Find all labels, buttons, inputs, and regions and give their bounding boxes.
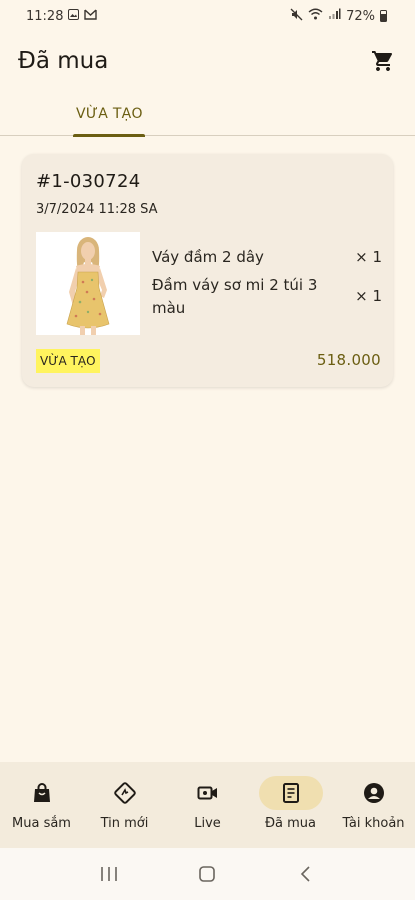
home-button[interactable] <box>187 854 227 894</box>
nav-label: Đã mua <box>264 816 317 831</box>
signal-icon <box>328 8 341 24</box>
shopping-bag-icon <box>33 783 50 802</box>
order-tabs: VỪA TẠO <box>0 92 415 137</box>
nav-tai-khoan[interactable]: Tài khoản <box>332 762 415 848</box>
status-badge: VỪA TẠO <box>36 349 100 373</box>
battery-text: 72% <box>346 8 375 24</box>
nav-label: Tin mới <box>100 816 149 831</box>
page-title: Đã mua <box>18 48 109 74</box>
tab-vua-tao[interactable]: VỪA TẠO <box>70 92 149 136</box>
item-name: Đầm váy sơ mi 2 túi 3 màu <box>152 276 318 317</box>
order-date: 3/7/2024 11:28 SA <box>36 202 158 217</box>
order-id: #1-030724 <box>36 171 141 192</box>
nav-mua-sam[interactable]: Mua sắm <box>0 762 83 848</box>
status-left: 11:28 <box>26 8 98 24</box>
order-item: Váy đầm 2 dây × 1 <box>152 246 382 269</box>
item-qty: × 1 <box>355 287 382 305</box>
video-icon <box>197 786 217 800</box>
back-button[interactable] <box>286 854 326 894</box>
item-qty: × 1 <box>355 248 382 266</box>
item-name: Váy đầm 2 dây <box>152 248 264 266</box>
nav-icon-container <box>10 776 74 810</box>
news-icon <box>113 782 136 804</box>
back-icon <box>300 866 310 882</box>
order-item: Đầm váy sơ mi 2 túi 3 màu × 1 <box>152 274 382 320</box>
system-navigation <box>0 848 415 900</box>
app-bar: Đã mua <box>0 32 415 90</box>
status-right: 72% <box>290 8 387 25</box>
cart-icon <box>372 51 393 71</box>
account-icon <box>363 783 384 803</box>
nav-tin-moi[interactable]: Tin mới <box>83 762 166 848</box>
nav-icon-container <box>258 776 323 810</box>
receipt-icon <box>282 783 299 803</box>
cart-button[interactable] <box>369 47 397 75</box>
tab-indicator <box>73 134 145 137</box>
messenger-notification-icon <box>84 8 98 24</box>
recents-icon <box>101 867 117 881</box>
status-bar: 11:28 72% <box>0 0 415 32</box>
product-image <box>36 232 140 335</box>
nav-icon-container <box>342 776 406 810</box>
nav-icon-container <box>93 776 157 810</box>
nav-icon-container <box>176 776 240 810</box>
nav-label: Tài khoản <box>342 816 405 831</box>
wifi-icon <box>308 8 323 24</box>
home-icon <box>199 866 216 882</box>
mute-icon <box>290 8 303 25</box>
nav-da-mua[interactable]: Đã mua <box>249 762 332 848</box>
recents-button[interactable] <box>89 854 129 894</box>
nav-label: Mua sắm <box>12 816 71 831</box>
order-card[interactable]: #1-030724 3/7/2024 11:28 SA Váy đầm 2 dâ… <box>22 154 393 387</box>
gallery-notification-icon <box>68 8 80 24</box>
bottom-navigation: Mua sắm Tin mới Live Đã mua Tài khoản <box>0 762 415 848</box>
battery-icon <box>380 10 387 22</box>
nav-label: Live <box>194 816 221 831</box>
nav-live[interactable]: Live <box>166 762 249 848</box>
status-time: 11:28 <box>26 8 64 24</box>
order-total: 518.000 <box>316 351 381 369</box>
